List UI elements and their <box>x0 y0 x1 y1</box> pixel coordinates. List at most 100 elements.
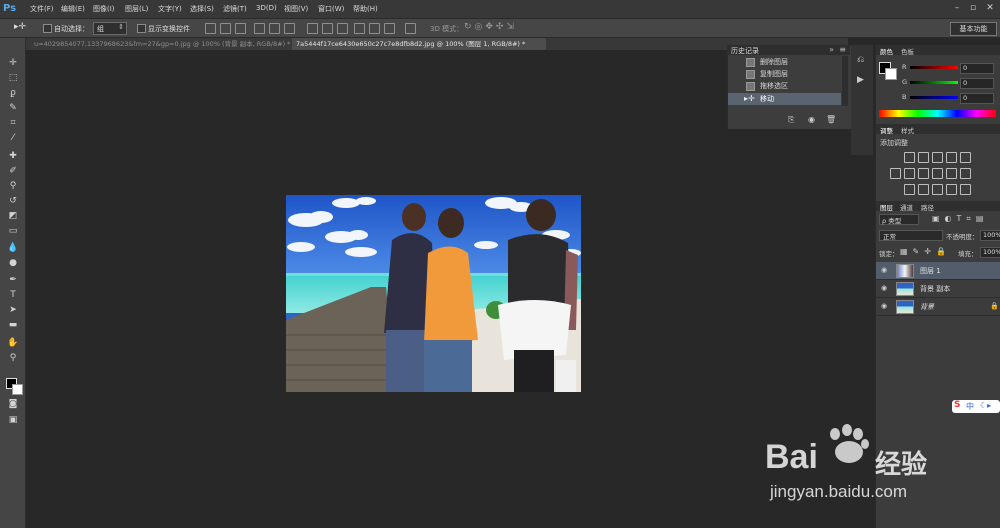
gradient-tool-icon[interactable]: ▭ <box>7 225 19 237</box>
color-balance-icon[interactable] <box>904 168 915 179</box>
channel-g-slider[interactable] <box>910 81 958 84</box>
history-brush-tool-icon[interactable]: ↺ <box>7 195 19 207</box>
align-top-icon[interactable] <box>205 23 216 34</box>
new-document-from-state-icon[interactable]: ⎘ <box>788 115 794 125</box>
history-scrollbar[interactable] <box>842 56 848 106</box>
blur-tool-icon[interactable]: 💧 <box>7 242 19 254</box>
restore-icon[interactable]: ▫ <box>968 3 978 13</box>
photo-filter-icon[interactable] <box>932 168 943 179</box>
menu-filter[interactable]: 滤镜(T) <box>223 4 247 14</box>
fill-value[interactable]: 100% <box>980 247 1000 258</box>
history-item-active[interactable]: ▸✛ 移动 <box>728 93 841 105</box>
posterize-icon[interactable] <box>918 184 929 195</box>
actions-panel-icon[interactable]: ▶ <box>857 75 864 85</box>
distribute-right-icon[interactable] <box>384 23 395 34</box>
layer-row[interactable]: ◉ 背景 副本 <box>876 280 1000 298</box>
distribute-vcenter-icon[interactable] <box>322 23 333 34</box>
menu-view[interactable]: 视图(V) <box>284 4 308 14</box>
dodge-tool-icon[interactable]: ● <box>7 257 19 269</box>
menu-edit[interactable]: 编辑(E) <box>61 4 85 14</box>
menu-type[interactable]: 文字(Y) <box>158 4 182 14</box>
levels-icon[interactable] <box>918 152 929 163</box>
lasso-tool-icon[interactable]: ϼ <box>7 87 19 99</box>
black-white-icon[interactable] <box>918 168 929 179</box>
selective-color-icon[interactable] <box>960 184 971 195</box>
pen-tool-icon[interactable]: ✒ <box>7 274 19 286</box>
color-lookup-icon[interactable] <box>960 168 971 179</box>
exposure-icon[interactable] <box>946 152 957 163</box>
menu-window[interactable]: 窗口(W) <box>318 4 344 14</box>
vibrance-icon[interactable] <box>960 152 971 163</box>
curves-icon[interactable] <box>932 152 943 163</box>
eyedropper-tool-icon[interactable]: ⁄ <box>7 132 19 144</box>
channel-mixer-icon[interactable] <box>946 168 957 179</box>
brightness-icon[interactable] <box>904 152 915 163</box>
crop-tool-icon[interactable]: ⌗ <box>7 117 19 129</box>
hue-saturation-icon[interactable] <box>890 168 901 179</box>
channel-g-value[interactable]: 0 <box>960 78 994 89</box>
collapse-icon[interactable]: » <box>829 45 834 54</box>
layer-filter-icons[interactable]: ▣◐T⌗▤ <box>932 214 989 224</box>
channel-b-slider[interactable] <box>910 96 958 99</box>
clone-stamp-tool-icon[interactable]: ⚲ <box>7 180 19 192</box>
align-left-icon[interactable] <box>254 23 265 34</box>
color-spectrum-bar[interactable] <box>879 110 996 117</box>
distribute-left-icon[interactable] <box>354 23 365 34</box>
lock-icons[interactable]: ▦✎✛🔒 <box>900 247 951 256</box>
opacity-value[interactable]: 100% <box>980 230 1000 241</box>
snapshot-icon[interactable]: ◉ <box>808 115 815 124</box>
eye-icon[interactable]: ◉ <box>881 303 888 310</box>
history-panel-icon[interactable]: ⎌ <box>857 55 864 65</box>
minimize-icon[interactable]: – <box>952 3 962 13</box>
3d-mode-icons[interactable]: ↻◎✥✣⇲ <box>464 22 524 33</box>
invert-icon[interactable] <box>904 184 915 195</box>
history-item[interactable]: 删除图层 <box>728 56 841 68</box>
channel-b-value[interactable]: 0 <box>960 93 994 104</box>
panel-menu-icon[interactable]: ≡ <box>839 45 846 54</box>
history-item[interactable]: 拖移选区 <box>728 80 841 92</box>
document-image[interactable] <box>286 195 581 392</box>
align-bottom-icon[interactable] <box>235 23 246 34</box>
threshold-icon[interactable] <box>932 184 943 195</box>
move-tool-icon[interactable]: ✛ <box>7 57 19 69</box>
history-item[interactable]: 复制图层 <box>728 68 841 80</box>
screen-mode-icon[interactable]: ▣ <box>7 414 19 426</box>
document-tab-1[interactable]: u=4029854077,1337968623&fm=27&gp=0.jpg @… <box>30 38 298 50</box>
ime-indicator[interactable]: S 中 ☾▸ <box>952 400 1000 413</box>
zoom-tool-icon[interactable]: ⚲ <box>7 352 19 364</box>
tab-layers[interactable]: 图层 <box>880 202 893 212</box>
background-color-swatch[interactable] <box>12 384 23 395</box>
brush-tool-icon[interactable]: ✐ <box>7 165 19 177</box>
tab-channels[interactable]: 通道 <box>900 202 913 212</box>
menu-select[interactable]: 选择(S) <box>190 4 214 14</box>
distribute-hcenter-icon[interactable] <box>369 23 380 34</box>
menu-file[interactable]: 文件(F) <box>30 4 54 14</box>
auto-select-dropdown[interactable]: 组 ⇕ <box>93 22 127 35</box>
marquee-tool-icon[interactable]: ⬚ <box>7 72 19 84</box>
auto-select-checkbox[interactable] <box>43 24 52 33</box>
tab-swatches[interactable]: 色板 <box>901 46 914 56</box>
path-select-tool-icon[interactable]: ➤ <box>7 304 19 316</box>
menu-help[interactable]: 帮助(H) <box>353 4 378 14</box>
eye-icon[interactable]: ◉ <box>881 285 888 292</box>
document-tab-2[interactable]: 7a5444f17ce6430e650c27c7e8dfb8d2.jpg @ 1… <box>292 38 546 50</box>
shape-tool-icon[interactable]: ▬ <box>7 319 19 331</box>
tab-styles[interactable]: 样式 <box>901 125 914 135</box>
move-tool-preset-icon[interactable]: ▸✛ <box>14 22 34 33</box>
auto-align-icon[interactable] <box>405 23 416 34</box>
menu-3d[interactable]: 3D(D) <box>256 4 277 12</box>
bg-color-swatch[interactable] <box>885 68 897 80</box>
workspace-switcher[interactable]: 基本功能 <box>950 22 997 36</box>
quick-mask-icon[interactable]: ◙ <box>7 398 19 410</box>
channel-r-slider[interactable] <box>910 66 958 69</box>
show-transform-checkbox[interactable] <box>137 24 146 33</box>
trash-icon[interactable]: 🗑 <box>826 115 836 124</box>
distribute-top-icon[interactable] <box>307 23 318 34</box>
align-right-icon[interactable] <box>284 23 295 34</box>
tab-paths[interactable]: 路径 <box>921 202 934 212</box>
distribute-bottom-icon[interactable] <box>337 23 348 34</box>
channel-r-value[interactable]: 0 <box>960 63 994 74</box>
gradient-map-icon[interactable] <box>946 184 957 195</box>
healing-brush-tool-icon[interactable]: ✚ <box>7 150 19 162</box>
menu-layer[interactable]: 图层(L) <box>125 4 148 14</box>
